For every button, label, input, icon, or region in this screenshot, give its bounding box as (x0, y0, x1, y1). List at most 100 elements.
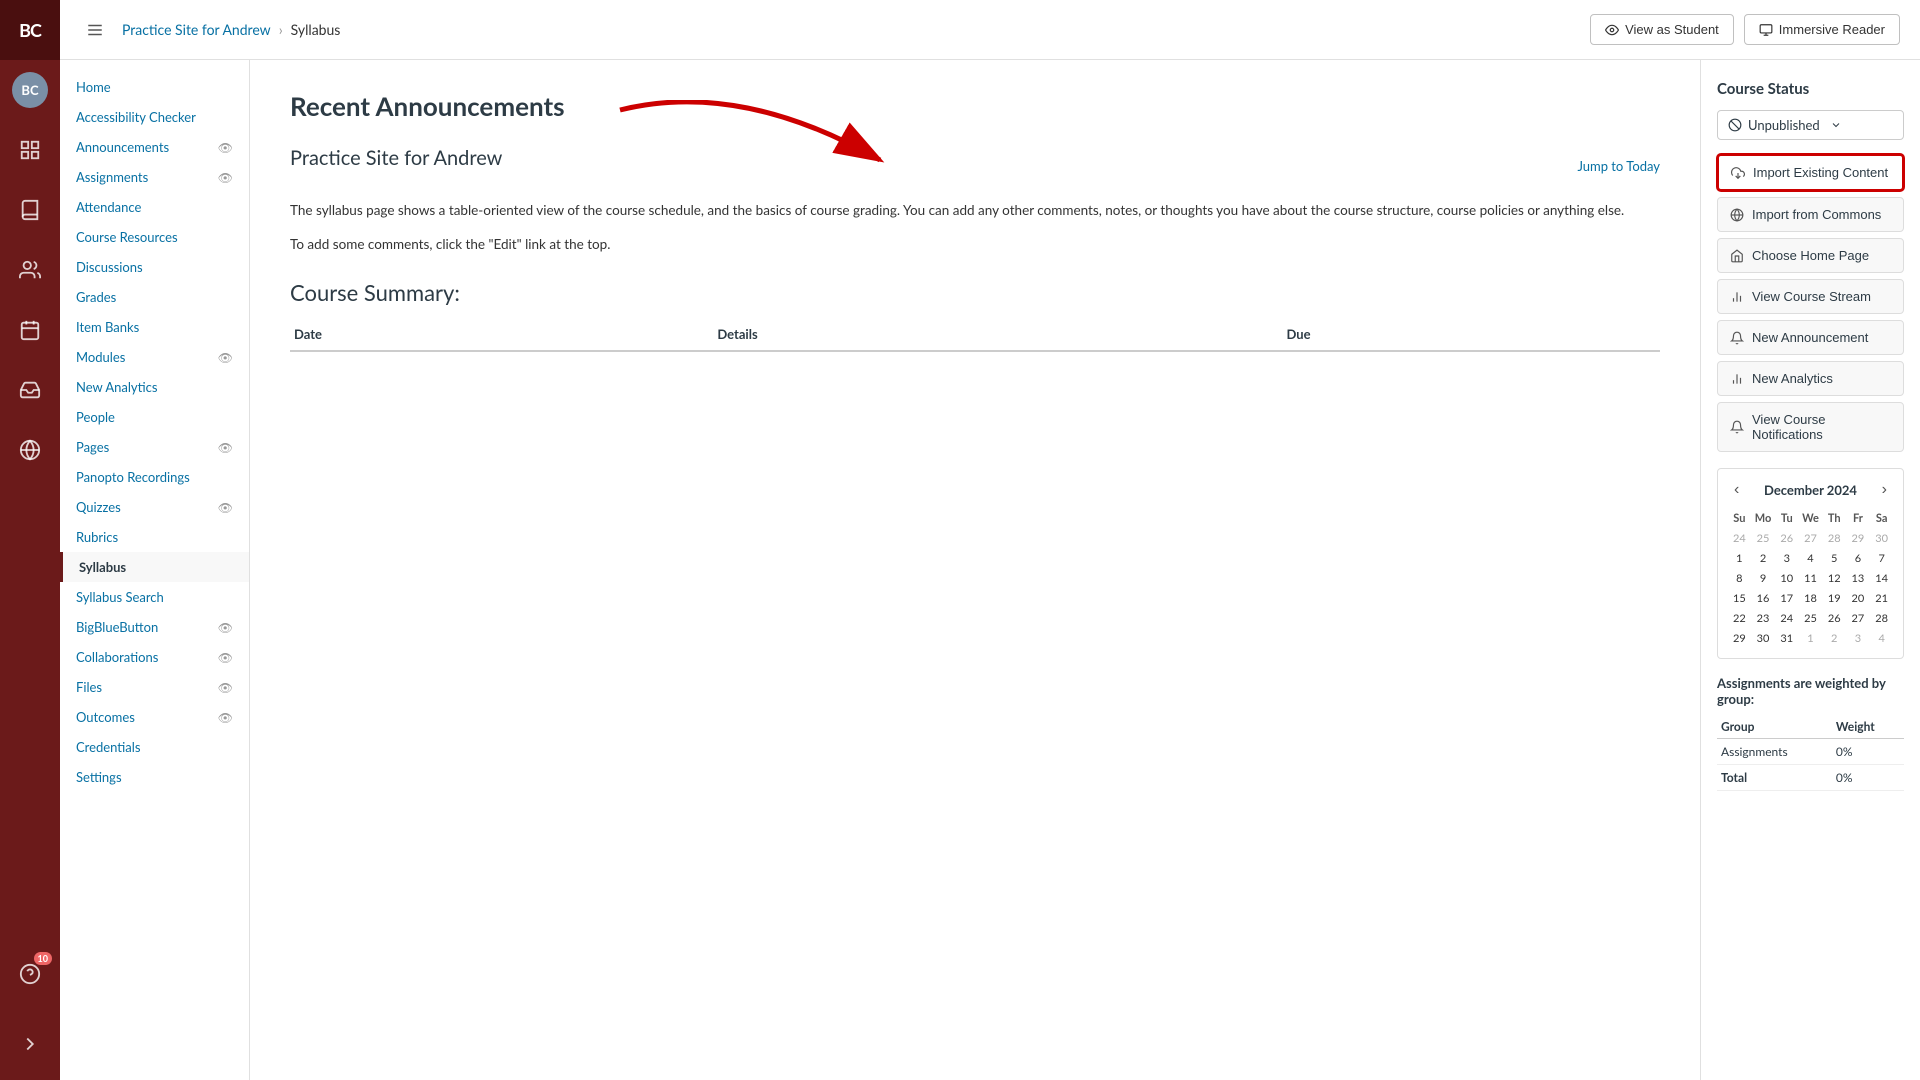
new-analytics-button[interactable]: New Analytics (1717, 361, 1904, 396)
import-from-commons-button[interactable]: Import from Commons (1717, 197, 1904, 232)
calendar-day[interactable]: 27 (1799, 529, 1822, 548)
nav-assignments[interactable]: Assignments 👁 (60, 162, 249, 192)
nav-attendance[interactable]: Attendance (60, 192, 249, 222)
calendar-day[interactable]: 15 (1728, 589, 1751, 608)
calendar-day[interactable]: 1 (1728, 549, 1751, 568)
calendar-day[interactable]: 14 (1870, 569, 1893, 588)
nav-people[interactable]: People (60, 402, 249, 432)
calendar-day[interactable]: 24 (1728, 529, 1751, 548)
nav-settings[interactable]: Settings (60, 762, 249, 792)
calendar-day[interactable]: 16 (1752, 589, 1775, 608)
calendar-day[interactable]: 3 (1847, 629, 1870, 648)
calendar-day[interactable]: 26 (1775, 529, 1798, 548)
nav-course-resources[interactable]: Course Resources (60, 222, 249, 252)
nav-grades[interactable]: Grades (60, 282, 249, 312)
breadcrumb-course[interactable]: Practice Site for Andrew (122, 21, 271, 38)
calendar-day[interactable]: 5 (1823, 549, 1846, 568)
nav-announcements[interactable]: Announcements 👁 (60, 132, 249, 162)
course-summary-table: Date Details Due (290, 318, 1660, 352)
calendar-day[interactable]: 28 (1823, 529, 1846, 548)
weight-col-weight: Weight (1832, 715, 1904, 739)
calendar-day[interactable]: 23 (1752, 609, 1775, 628)
calendar-day[interactable]: 30 (1752, 629, 1775, 648)
nav-outcomes[interactable]: Outcomes 👁 (60, 702, 249, 732)
nav-item-groups[interactable] (0, 240, 60, 300)
calendar-day[interactable]: 7 (1870, 549, 1893, 568)
view-course-stream-button[interactable]: View Course Stream (1717, 279, 1904, 314)
calendar-day[interactable]: 25 (1752, 529, 1775, 548)
nav-collapse-btn[interactable] (0, 1014, 60, 1074)
calendar-day[interactable]: 3 (1775, 549, 1798, 568)
view-course-notifications-button[interactable]: View Course Notifications (1717, 402, 1904, 452)
calendar-day[interactable]: 2 (1823, 629, 1846, 648)
calendar-day[interactable]: 17 (1775, 589, 1798, 608)
choose-home-page-button[interactable]: Choose Home Page (1717, 238, 1904, 273)
calendar-day[interactable]: 25 (1799, 609, 1822, 628)
nav-item-commons[interactable] (0, 420, 60, 480)
eye-icon-announcements: 👁 (218, 140, 233, 155)
calendar-day[interactable]: 1 (1799, 629, 1822, 648)
calendar-day[interactable]: 6 (1847, 549, 1870, 568)
calendar-day[interactable]: 4 (1870, 629, 1893, 648)
nav-quizzes[interactable]: Quizzes 👁 (60, 492, 249, 522)
nav-item-dashboard[interactable] (0, 120, 60, 180)
view-as-student-button[interactable]: View as Student (1590, 14, 1734, 45)
eye-icon-pages: 👁 (218, 440, 233, 455)
nav-bigbluebutton[interactable]: BigBlueButton 👁 (60, 612, 249, 642)
view-notifications-label: View Course Notifications (1752, 412, 1891, 442)
nav-credentials[interactable]: Credentials (60, 732, 249, 762)
calendar-day[interactable]: 26 (1823, 609, 1846, 628)
calendar-day[interactable]: 21 (1870, 589, 1893, 608)
new-announcement-button[interactable]: New Announcement (1717, 320, 1904, 355)
immersive-reader-button[interactable]: Immersive Reader (1744, 14, 1900, 45)
calendar-day[interactable]: 27 (1847, 609, 1870, 628)
calendar-day[interactable]: 19 (1823, 589, 1846, 608)
nav-discussions[interactable]: Discussions (60, 252, 249, 282)
calendar-day[interactable]: 10 (1775, 569, 1798, 588)
calendar-day[interactable]: 31 (1775, 629, 1798, 648)
calendar-day[interactable]: 11 (1799, 569, 1822, 588)
nav-new-analytics[interactable]: New Analytics (60, 372, 249, 402)
logo[interactable]: BC (0, 0, 60, 60)
status-badge[interactable]: Unpublished (1717, 110, 1904, 140)
calendar-day[interactable]: 12 (1823, 569, 1846, 588)
nav-item-help[interactable]: 10 (0, 944, 60, 1004)
calendar-day[interactable]: 8 (1728, 569, 1751, 588)
calendar: ‹ December 2024 › Su Mo Tu We Th Fr Sa 2… (1717, 468, 1904, 659)
calendar-day[interactable]: 24 (1775, 609, 1798, 628)
hamburger-button[interactable] (80, 15, 110, 45)
nav-item-calendar[interactable] (0, 300, 60, 360)
calendar-day[interactable]: 30 (1870, 529, 1893, 548)
jump-to-today-link[interactable]: Jump to Today (1577, 158, 1660, 174)
nav-panopto[interactable]: Panopto Recordings (60, 462, 249, 492)
course-title: Practice Site for Andrew (290, 146, 502, 170)
nav-pages[interactable]: Pages 👁 (60, 432, 249, 462)
nav-item-courses[interactable] (0, 180, 60, 240)
calendar-day[interactable]: 13 (1847, 569, 1870, 588)
nav-modules[interactable]: Modules 👁 (60, 342, 249, 372)
calendar-day[interactable]: 2 (1752, 549, 1775, 568)
nav-collaborations[interactable]: Collaborations 👁 (60, 642, 249, 672)
calendar-prev-button[interactable]: ‹ (1728, 479, 1745, 501)
calendar-day[interactable]: 29 (1847, 529, 1870, 548)
hamburger-icon (86, 21, 104, 39)
nav-syllabus-search[interactable]: Syllabus Search (60, 582, 249, 612)
import-existing-content-button[interactable]: Import Existing Content (1717, 154, 1904, 191)
nav-syllabus[interactable]: Syllabus (60, 552, 249, 582)
calendar-day[interactable]: 22 (1728, 609, 1751, 628)
nav-item-banks[interactable]: Item Banks (60, 312, 249, 342)
nav-item-account[interactable]: BC (0, 60, 60, 120)
calendar-next-button[interactable]: › (1876, 479, 1893, 501)
nav-files[interactable]: Files 👁 (60, 672, 249, 702)
calendar-day[interactable]: 9 (1752, 569, 1775, 588)
calendar-day[interactable]: 29 (1728, 629, 1751, 648)
calendar-day[interactable]: 20 (1847, 589, 1870, 608)
calendar-day[interactable]: 18 (1799, 589, 1822, 608)
nav-accessibility-checker[interactable]: Accessibility Checker (60, 102, 249, 132)
calendar-day[interactable]: 28 (1870, 609, 1893, 628)
calendar-day[interactable]: 4 (1799, 549, 1822, 568)
top-header: Practice Site for Andrew › Syllabus View… (60, 0, 1920, 60)
nav-home[interactable]: Home (60, 72, 249, 102)
nav-item-inbox[interactable] (0, 360, 60, 420)
nav-rubrics[interactable]: Rubrics (60, 522, 249, 552)
